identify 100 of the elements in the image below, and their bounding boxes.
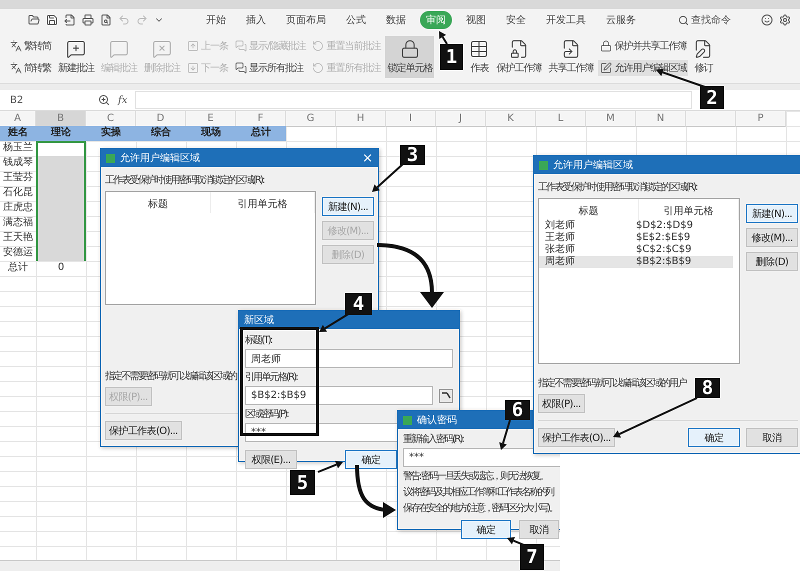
menu-tab[interactable]: 安全 (500, 11, 532, 29)
dialog-button[interactable]: 新建(N)... (746, 204, 798, 223)
column-header[interactable]: D (136, 111, 186, 127)
column-header[interactable]: P (736, 111, 786, 127)
function-label[interactable]: fx (118, 94, 128, 106)
table-cell-text: 石化昆 (2, 186, 34, 200)
step-number: 4 (345, 293, 372, 315)
dialog-button[interactable]: 权限(E)... (245, 450, 297, 469)
dialog-button[interactable]: 修改(M)... (746, 228, 798, 247)
column-header[interactable]: N (636, 111, 686, 127)
column-header[interactable]: L (536, 111, 586, 127)
list-cell-text: $C$2:$C$9 (636, 244, 693, 256)
ribbon-button[interactable]: 简转繁 (8, 60, 53, 76)
ribbon-button[interactable]: 修订 (691, 36, 716, 78)
table-cell-text: 王天艳 (2, 231, 34, 245)
column-header[interactable]: F (236, 111, 286, 127)
warning-text: 议将密码及其相应工作簿和工作表名称的列 (403, 486, 554, 499)
column-header[interactable]: K (486, 111, 536, 127)
permissions-button[interactable]: 权限(P)... (538, 394, 585, 413)
list-row[interactable]: 张老师 $C$2:$C$9 (539, 244, 733, 256)
list-row[interactable]: 王老师 $E$2:$E$9 (539, 232, 733, 244)
column-header[interactable]: A (0, 111, 36, 127)
users-label: 指定不需要密码就可以编辑该区域的 (105, 370, 236, 383)
menu-tab[interactable]: 公式 (340, 11, 372, 29)
protect-sheet-button[interactable]: 保护工作表(O)... (105, 421, 182, 440)
step-number: 7 (520, 544, 544, 570)
column-header[interactable]: C (86, 111, 136, 127)
dialog-button[interactable]: 删除(D) (746, 252, 798, 271)
column-header[interactable]: J (436, 111, 486, 127)
step-number: 5 (290, 470, 315, 495)
menu-tab[interactable]: 开始 (200, 11, 232, 29)
ribbon-button[interactable]: 保护并共享工作簿 (598, 38, 688, 54)
list-cell-text: 周老师 (545, 256, 576, 268)
list-cell-text: 刘老师 (545, 220, 576, 232)
list-cell-text: $D$2:$D$9 (636, 220, 694, 232)
column-title: 理论 (36, 126, 86, 141)
list-column-header: 标题 (539, 199, 639, 220)
ribbon-button[interactable]: 共享工作簿 (546, 36, 596, 78)
step-number: 6 (505, 400, 530, 420)
dialog-button[interactable]: 确定 (461, 520, 511, 539)
ribbon-button[interactable]: 锁定单元格 (385, 36, 434, 78)
ribbon-button[interactable]: 显示所有批注 (233, 60, 308, 76)
dialog-button[interactable]: 新建(N)... (322, 197, 374, 216)
column-title: 实操 (86, 126, 136, 141)
list-label: 工作表受保护时使用密码取消锁定的区域(R): (538, 180, 697, 194)
name-box[interactable]: B2 (0, 94, 90, 106)
field-label: 区域密码(P): (245, 408, 288, 421)
field-label: 标题(T): (245, 334, 272, 347)
step-number: 2 (700, 86, 724, 109)
table-cell-text: 杨玉兰 (2, 141, 34, 155)
column-header[interactable]: M (586, 111, 636, 127)
menu-tab[interactable]: 插入 (240, 11, 272, 29)
close-button[interactable]: × (362, 150, 373, 166)
warning-text: 警告: 密码一旦丢失或遗忘，则无法恢复。 (403, 470, 548, 483)
menu-tab[interactable]: 云服务 (600, 11, 642, 29)
column-header[interactable]: G (286, 111, 336, 127)
list-row[interactable]: 周老师 $B$2:$B$9 (539, 256, 733, 268)
dialog-title: 允许用户编辑区域 (553, 158, 633, 172)
table-cell-text: 满态福 (2, 216, 34, 230)
column-title: 综合 (136, 126, 186, 141)
input-field[interactable]: 周老师 (245, 349, 453, 368)
table-cell-text: 总计 (7, 261, 29, 275)
input-field[interactable]: $B$2:$B$9 (245, 386, 433, 405)
dialog-title: 允许用户编辑区域 (120, 152, 200, 165)
column-title: 姓名 (0, 126, 36, 141)
ribbon-button[interactable]: 繁转简 (8, 38, 53, 54)
dialog-button[interactable]: 确定 (345, 450, 397, 469)
table-cell-text: 王莹芬 (2, 171, 34, 185)
column-title: 总计 (236, 126, 286, 141)
ranges-list[interactable]: 标题 引用单元格 刘老师 $D$2:$D$9 王老师 $E$2:$E$9 张老师 $C$2:$C$9 周老师 $B$2:$B$9 (538, 198, 740, 364)
users-label: 指定不需要密码就可以编辑该区域的用户 (538, 376, 686, 390)
ribbon-button[interactable]: 新建批注 (56, 36, 96, 78)
command-search[interactable]: 查找命令 (678, 13, 731, 27)
ranges-list[interactable]: 标题 引用单元格 (105, 191, 316, 305)
column-header[interactable]: E (186, 111, 236, 127)
dialog-button[interactable]: 取消 (746, 428, 798, 447)
dialog-button[interactable]: 确定 (688, 428, 740, 447)
password-field[interactable]: *** (403, 448, 561, 467)
ribbon-button[interactable]: 作表 (467, 36, 492, 78)
column-header[interactable]: H (336, 111, 386, 127)
column-header[interactable]: I (386, 111, 436, 127)
warning-text: 保存在安全的地方(注意，密码区分大小写)。 (403, 502, 557, 515)
menu-tab[interactable]: 开发工具 (540, 11, 592, 29)
dialog-title: 新区域 (244, 314, 274, 327)
list-label: 工作表受保护时使用密码取消锁定的区域(R): (105, 174, 264, 187)
list-row[interactable]: 刘老师 $D$2:$D$9 (539, 220, 733, 232)
step-number: 8 (695, 378, 720, 398)
table-cell-text: 0 (56, 261, 66, 275)
menu-tab[interactable]: 数据 (380, 11, 412, 29)
list-cell-text: $B$2:$B$9 (636, 256, 692, 268)
menu-tab[interactable]: 视图 (460, 11, 492, 29)
table-cell-text: 安德运 (2, 246, 34, 260)
column-title: 现场 (186, 126, 236, 141)
protect-sheet-button[interactable]: 保护工作表(O)... (538, 428, 615, 447)
dialog-button[interactable]: 取消 (519, 520, 559, 539)
menu-tab[interactable]: 页面布局 (280, 11, 332, 29)
step-number: 1 (440, 44, 463, 70)
ribbon-button[interactable]: 保护工作簿 (494, 36, 544, 78)
list-column-header: 引用单元格 (639, 199, 739, 220)
list-column-header: 引用单元格 (210, 192, 315, 213)
